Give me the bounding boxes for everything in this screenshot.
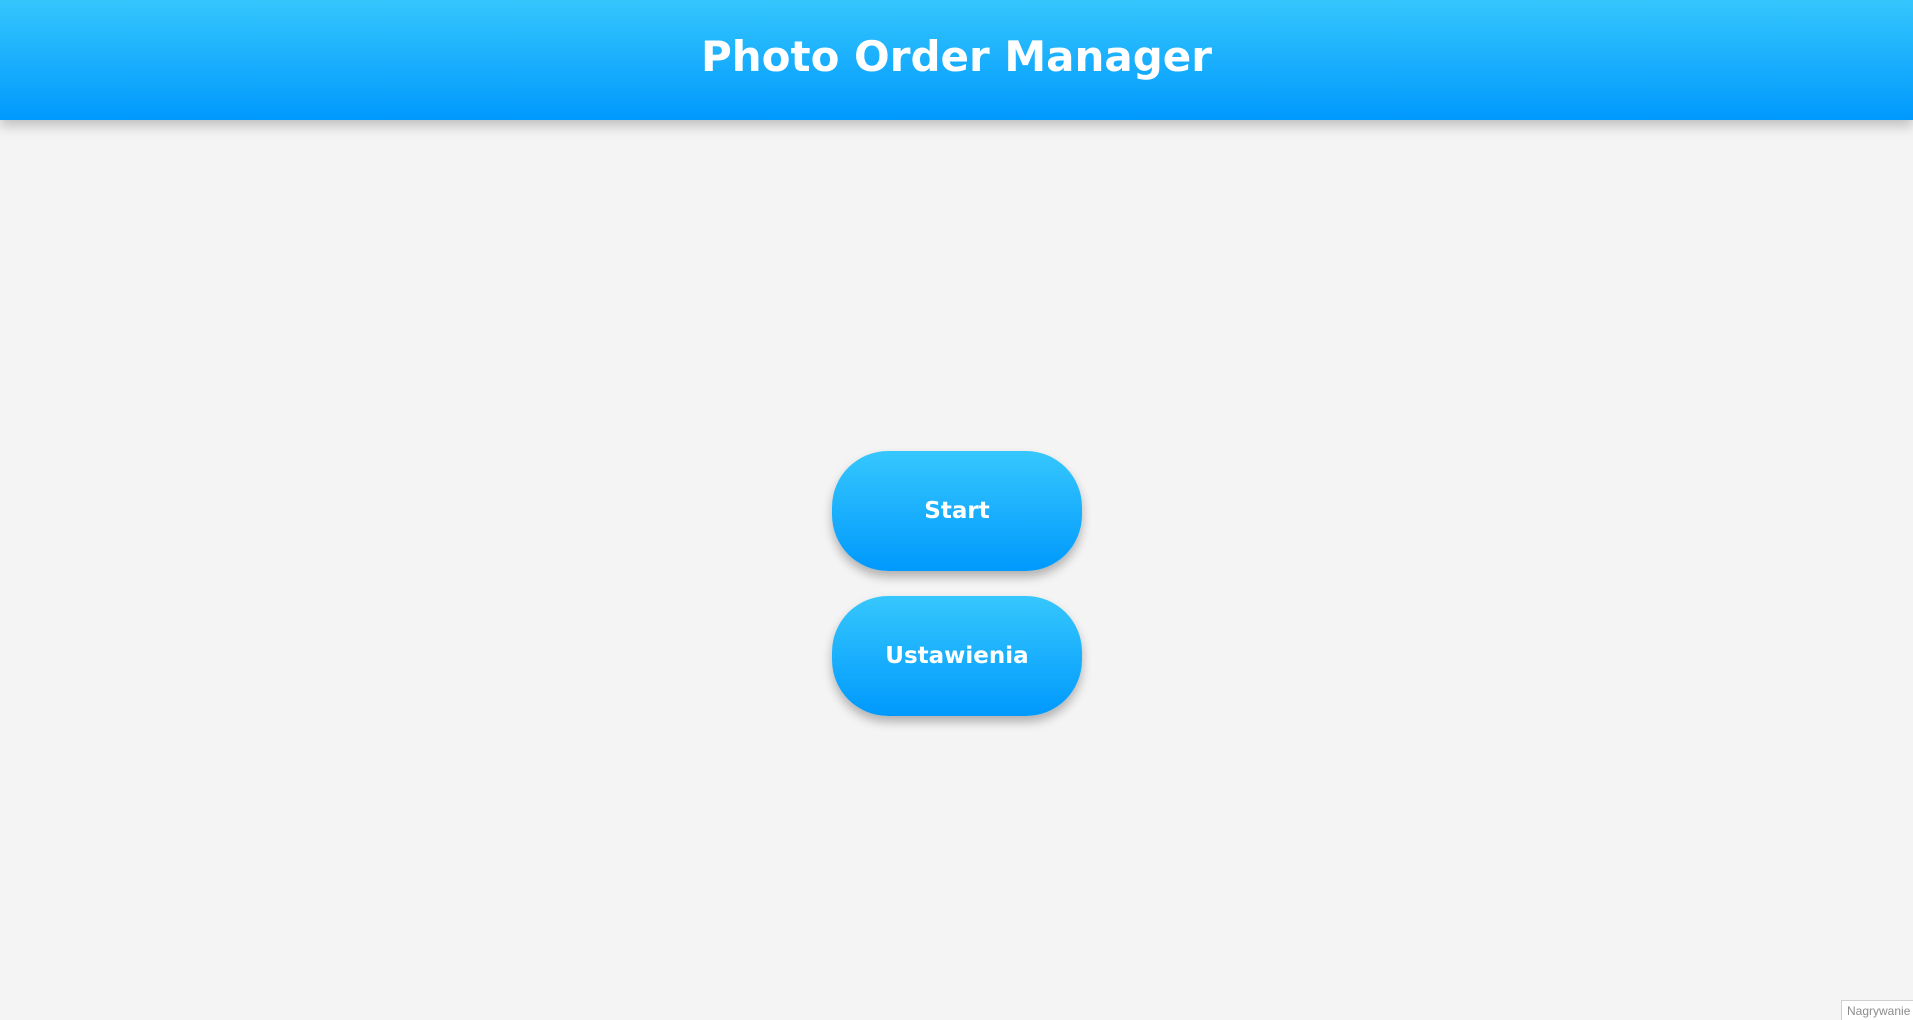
app-title: Photo Order Manager: [700, 31, 1213, 81]
settings-button[interactable]: Ustawienia: [832, 596, 1082, 716]
app-window: Photo Order Manager Start Ustawienia Nag…: [0, 0, 1913, 1020]
recording-badge: Nagrywanie: [1841, 1000, 1913, 1020]
app-header: Photo Order Manager: [0, 0, 1913, 120]
start-button[interactable]: Start: [832, 451, 1082, 571]
